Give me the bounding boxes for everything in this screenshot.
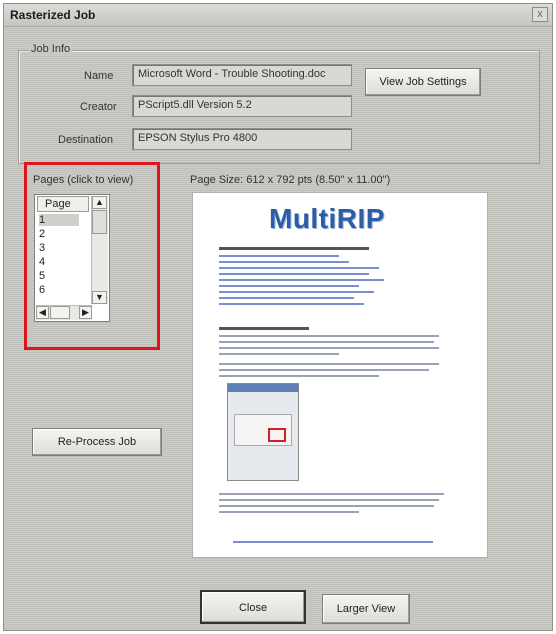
larger-view-button[interactable]: Larger View — [322, 594, 410, 624]
creator-label: Creator — [80, 101, 117, 113]
horizontal-scroll-thumb[interactable] — [50, 306, 70, 319]
list-item[interactable]: 1 — [39, 214, 79, 226]
vertical-scrollbar[interactable]: ▲ ▼ — [91, 196, 108, 304]
scroll-right-icon[interactable]: ▶ — [79, 306, 92, 319]
view-job-settings-button[interactable]: View Job Settings — [365, 68, 481, 96]
destination-label: Destination — [58, 134, 114, 146]
list-item[interactable]: 4 — [39, 256, 79, 268]
preview-text-line — [219, 347, 439, 349]
preview-text-line — [219, 363, 439, 365]
window-title: Rasterized Job — [10, 8, 96, 22]
preview-text-line — [219, 291, 374, 293]
page-preview[interactable]: MultiRIP — [192, 192, 488, 558]
preview-text-line — [219, 335, 439, 337]
page-column-header[interactable]: Page — [37, 196, 89, 212]
preview-text-line — [219, 297, 354, 299]
multirip-logo: MultiRIP — [269, 203, 385, 234]
larger-view-label: Larger View — [336, 603, 396, 615]
scroll-left-icon[interactable]: ◀ — [36, 306, 49, 319]
rasterized-job-window: Rasterized Job x Job Info Name Microsoft… — [3, 3, 553, 631]
list-item[interactable]: 2 — [39, 228, 79, 240]
scroll-down-icon[interactable]: ▼ — [92, 291, 107, 304]
destination-field: EPSON Stylus Pro 4800 — [132, 128, 352, 150]
scroll-thumb[interactable] — [92, 210, 107, 234]
close-icon[interactable]: x — [532, 7, 548, 22]
view-job-settings-label: View Job Settings — [379, 76, 467, 88]
preview-text-line — [219, 267, 379, 269]
preview-text-line — [219, 511, 359, 513]
preview-text-line — [219, 285, 359, 287]
preview-text-line — [219, 505, 434, 507]
preview-text-line — [219, 493, 444, 495]
creator-field: PScript5.dll Version 5.2 — [132, 95, 352, 117]
reprocess-job-label: Re-Process Job — [57, 436, 137, 448]
preview-text-line — [219, 255, 339, 257]
preview-text-line — [219, 369, 429, 371]
preview-text-line — [219, 279, 384, 281]
horizontal-scrollbar[interactable]: ◀ ▶ — [36, 305, 92, 320]
preview-text-line — [219, 261, 349, 263]
preview-text-line — [219, 273, 369, 275]
list-item[interactable]: 6 — [39, 284, 79, 296]
job-info-group-label: Job Info — [29, 43, 73, 55]
page-size-label: Page Size: 612 x 792 pts (8.50" x 11.00"… — [190, 174, 391, 186]
preview-text-line — [219, 341, 434, 343]
preview-text-line — [219, 303, 364, 305]
preview-text-line — [219, 375, 379, 377]
name-label: Name — [84, 70, 114, 82]
reprocess-job-button[interactable]: Re-Process Job — [32, 428, 162, 456]
close-button-label: Close — [238, 602, 268, 614]
list-item[interactable]: 5 — [39, 270, 79, 282]
embedded-screenshot-image — [227, 383, 299, 481]
scroll-up-icon[interactable]: ▲ — [92, 196, 107, 209]
pages-group-label: Pages (click to view) — [33, 174, 134, 186]
list-item[interactable]: 3 — [39, 242, 79, 254]
name-field: Microsoft Word - Trouble Shooting.doc — [132, 64, 352, 86]
close-button[interactable]: Close — [200, 590, 306, 624]
title-bar: Rasterized Job x — [4, 4, 552, 27]
pages-list[interactable]: Page 1 2 3 4 5 6 ▲ ▼ ◀ ▶ — [34, 194, 110, 322]
preview-text-line — [219, 499, 439, 501]
preview-text-line — [219, 327, 309, 330]
preview-text-line — [219, 353, 339, 355]
preview-text-line — [219, 247, 369, 250]
preview-text-line — [233, 541, 433, 543]
